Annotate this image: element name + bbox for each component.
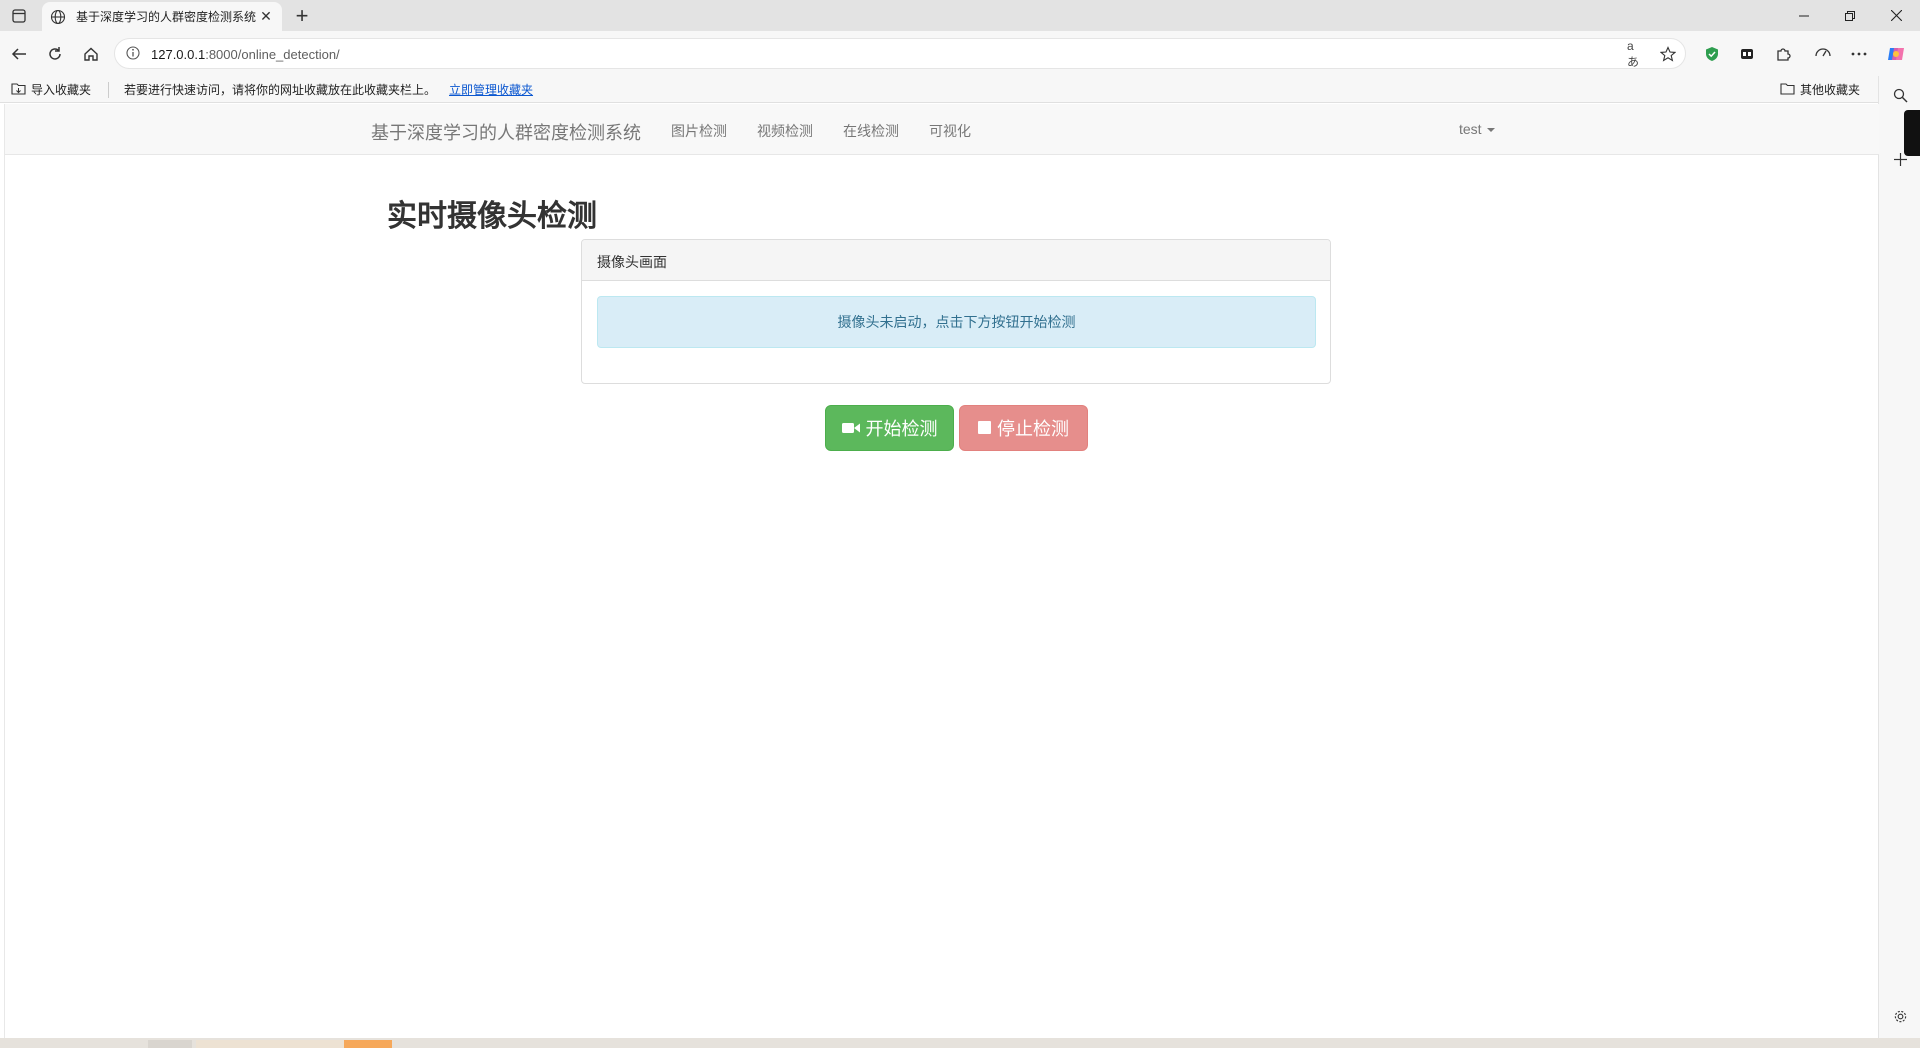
puzzle-icon[interactable] [1769, 40, 1797, 68]
extension-icon[interactable] [1733, 40, 1761, 68]
favorite-star-icon[interactable] [1659, 45, 1677, 63]
tab-actions-icon[interactable] [9, 6, 29, 26]
browser-tab[interactable]: 基于深度学习的人群密度检测系统 ✕ [42, 2, 282, 31]
navbar-brand[interactable]: 基于深度学习的人群密度检测系统 [371, 119, 641, 145]
close-icon[interactable]: ✕ [258, 8, 274, 25]
camera-panel: 摄像头画面 摄像头未启动，点击下方按钮开始检测 [581, 239, 1331, 384]
nav-item-video-detection[interactable]: 视频检测 [757, 121, 813, 141]
video-camera-icon [841, 418, 860, 439]
taskbar-item[interactable] [196, 1040, 346, 1048]
shield-icon[interactable] [1698, 40, 1726, 68]
stop-detection-label: 停止检测 [997, 419, 1069, 439]
page-title: 实时摄像头检测 [387, 200, 597, 233]
caret-down-icon [1486, 128, 1495, 132]
user-name: test [1459, 121, 1482, 137]
bookmarks-hint-text: 若要进行快速访问，请将你的网址收藏放在此收藏夹栏上。 [124, 83, 437, 97]
nav-item-online-detection[interactable]: 在线检测 [843, 121, 899, 141]
home-icon[interactable] [77, 40, 105, 68]
copilot-icon[interactable] [1882, 40, 1910, 68]
url-text[interactable]: 127.0.0.1:8000/online_detection/ [151, 47, 340, 62]
site-navbar: 基于深度学习的人群密度检测系统 图片检测 视频检测 在线检测 可视化 test [5, 104, 1879, 155]
close-window-icon[interactable] [1873, 0, 1919, 31]
import-favorites-label: 导入收藏夹 [31, 83, 92, 97]
stop-icon [978, 418, 991, 439]
address-bar[interactable]: 127.0.0.1:8000/online_detection/ aあ [114, 38, 1686, 69]
browser-toolbar: 127.0.0.1:8000/online_detection/ aあ [0, 31, 1920, 76]
globe-icon [50, 9, 66, 25]
taskbar-item[interactable] [148, 1040, 192, 1048]
refresh-icon[interactable] [41, 40, 69, 68]
browser-sidebar [1878, 76, 1920, 1038]
camera-panel-title: 摄像头画面 [582, 240, 1330, 281]
nav-item-image-detection[interactable]: 图片检测 [671, 121, 727, 141]
camera-status-alert: 摄像头未启动，点击下方按钮开始检测 [597, 296, 1316, 348]
new-tab-icon[interactable]: + [291, 3, 313, 28]
nav-item-visualization[interactable]: 可视化 [929, 121, 971, 141]
performance-icon[interactable] [1809, 40, 1837, 68]
manage-favorites-link[interactable]: 立即管理收藏夹 [449, 81, 533, 98]
settings-gear-icon[interactable] [1888, 1004, 1912, 1028]
minimize-icon[interactable] [1781, 0, 1827, 31]
user-dropdown[interactable]: test [1459, 121, 1495, 137]
site-info-icon[interactable] [125, 45, 141, 66]
other-favorites-button[interactable]: 其他收藏夹 [1780, 81, 1860, 98]
bookmarks-divider [108, 82, 109, 98]
taskbar-item[interactable] [344, 1040, 392, 1048]
restore-icon[interactable] [1827, 0, 1873, 31]
start-detection-label: 开始检测 [865, 419, 938, 439]
import-favorites-button[interactable]: 导入收藏夹 [11, 81, 91, 98]
search-icon[interactable] [1888, 83, 1912, 107]
tab-strip: 基于深度学习的人群密度检测系统 ✕ + [0, 0, 1920, 31]
import-favorites-icon [11, 82, 26, 98]
page-viewport: 基于深度学习的人群密度检测系统 图片检测 视频检测 在线检测 可视化 test … [4, 104, 1879, 1038]
bookmarks-bar: 导入收藏夹 若要进行快速访问，请将你的网址收藏放在此收藏夹栏上。 立即管理收藏夹… [0, 76, 1920, 103]
os-taskbar [0, 1038, 1920, 1048]
folder-icon [1780, 82, 1795, 98]
bookmarks-hint: 若要进行快速访问，请将你的网址收藏放在此收藏夹栏上。 立即管理收藏夹 [124, 81, 533, 98]
back-icon[interactable] [5, 40, 33, 68]
start-detection-button[interactable]: 开始检测 [825, 405, 954, 451]
sidebar-pinned-panel-icon[interactable] [1904, 110, 1920, 156]
other-favorites-label: 其他收藏夹 [1800, 83, 1861, 97]
read-aloud-icon[interactable]: aあ [1627, 39, 1645, 69]
tab-title: 基于深度学习的人群密度检测系统 [76, 10, 256, 24]
stop-detection-button[interactable]: 停止检测 [959, 405, 1088, 451]
more-options-icon[interactable] [1845, 40, 1873, 68]
